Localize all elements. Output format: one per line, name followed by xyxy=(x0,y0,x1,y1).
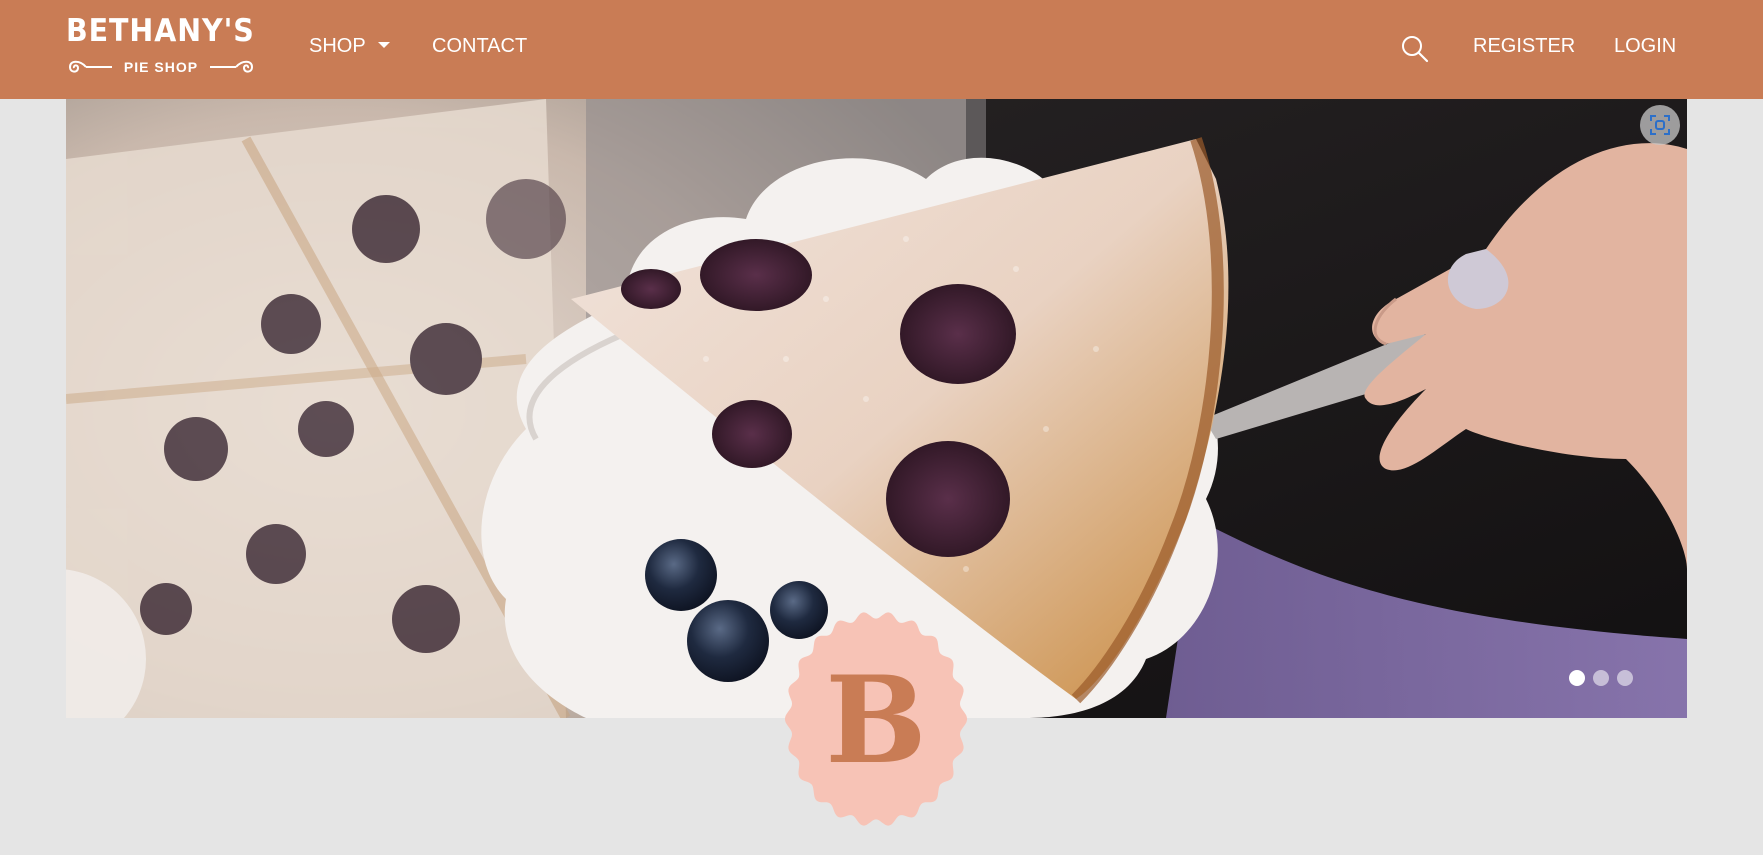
focus-expand-icon xyxy=(1650,115,1670,135)
brand-name: BETHANY'S xyxy=(66,13,255,49)
nav-login-link[interactable]: LOGIN xyxy=(1614,34,1676,58)
caret-down-icon xyxy=(377,42,390,48)
top-navbar: BETHANY'S PIE SHOP SHOP CONTACT REGISTER… xyxy=(0,0,1763,99)
right-swirl-ornament xyxy=(210,60,254,73)
nav-shop-dropdown[interactable]: SHOP xyxy=(309,34,390,58)
search-button[interactable] xyxy=(1400,34,1430,64)
badge-letter: B xyxy=(825,650,926,791)
carousel-dot-2[interactable] xyxy=(1593,670,1609,686)
nav-shop-label: SHOP xyxy=(309,35,366,57)
carousel-dot-1[interactable] xyxy=(1569,670,1585,686)
carousel-dot-3[interactable] xyxy=(1617,670,1633,686)
brand-badge-emblem: B xyxy=(784,612,968,826)
nav-contact-link[interactable]: CONTACT xyxy=(432,34,527,58)
expand-image-button[interactable] xyxy=(1640,105,1680,145)
brand-logo[interactable]: BETHANY'S PIE SHOP xyxy=(66,14,256,76)
search-icon xyxy=(1402,36,1429,63)
nav-register-link[interactable]: REGISTER xyxy=(1473,34,1575,58)
